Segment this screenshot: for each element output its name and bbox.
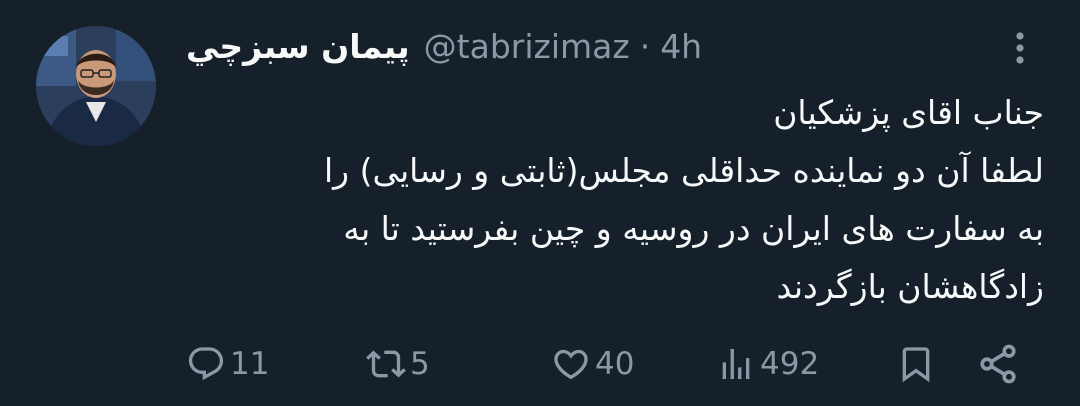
views-button[interactable]: 492 <box>716 336 819 392</box>
separator-dot: · <box>639 26 651 66</box>
share-icon <box>976 342 1020 386</box>
reply-count: 11 <box>230 346 270 382</box>
display-name[interactable]: پیمان سبزچي <box>186 27 410 66</box>
like-count: 40 <box>595 346 635 382</box>
bookmark-icon <box>896 344 936 384</box>
tweet-text-line: به سفارت های ایران در روسیه و چین بفرستی… <box>343 209 1044 248</box>
reply-button[interactable]: 11 <box>186 336 269 392</box>
tweet-header: پیمان سبزچي @tabrizimaz · 4h <box>186 18 702 74</box>
share-button[interactable] <box>976 336 1020 392</box>
retweet-count: 5 <box>410 346 430 382</box>
like-icon <box>551 344 591 384</box>
retweet-icon <box>366 344 406 384</box>
user-handle[interactable]: @tabrizimaz <box>424 27 630 66</box>
tweet-text: جناب اقای پزشکیان لطفا آن دو نماینده حدا… <box>186 84 1044 316</box>
views-count: 492 <box>760 346 820 382</box>
reply-icon <box>186 344 226 384</box>
action-bar: 11 5 40 492 <box>0 336 1080 392</box>
tweet[interactable]: پیمان سبزچي @tabrizimaz · 4h جناب اقای پ… <box>0 0 1080 406</box>
avatar[interactable] <box>36 26 156 146</box>
retweet-button[interactable]: 5 <box>366 336 430 392</box>
tweet-text-line: زادگاهشان بازگردند <box>776 267 1044 306</box>
more-options-icon[interactable] <box>1002 24 1038 72</box>
like-button[interactable]: 40 <box>551 336 634 392</box>
tweet-text-line: جناب اقای پزشکیان <box>773 93 1044 132</box>
tweet-text-line: لطفا آن دو نماینده حداقلی مجلس(ثابتی و ر… <box>324 151 1044 190</box>
views-icon <box>716 344 756 384</box>
timestamp[interactable]: 4h <box>660 27 702 66</box>
bookmark-button[interactable] <box>896 336 936 392</box>
